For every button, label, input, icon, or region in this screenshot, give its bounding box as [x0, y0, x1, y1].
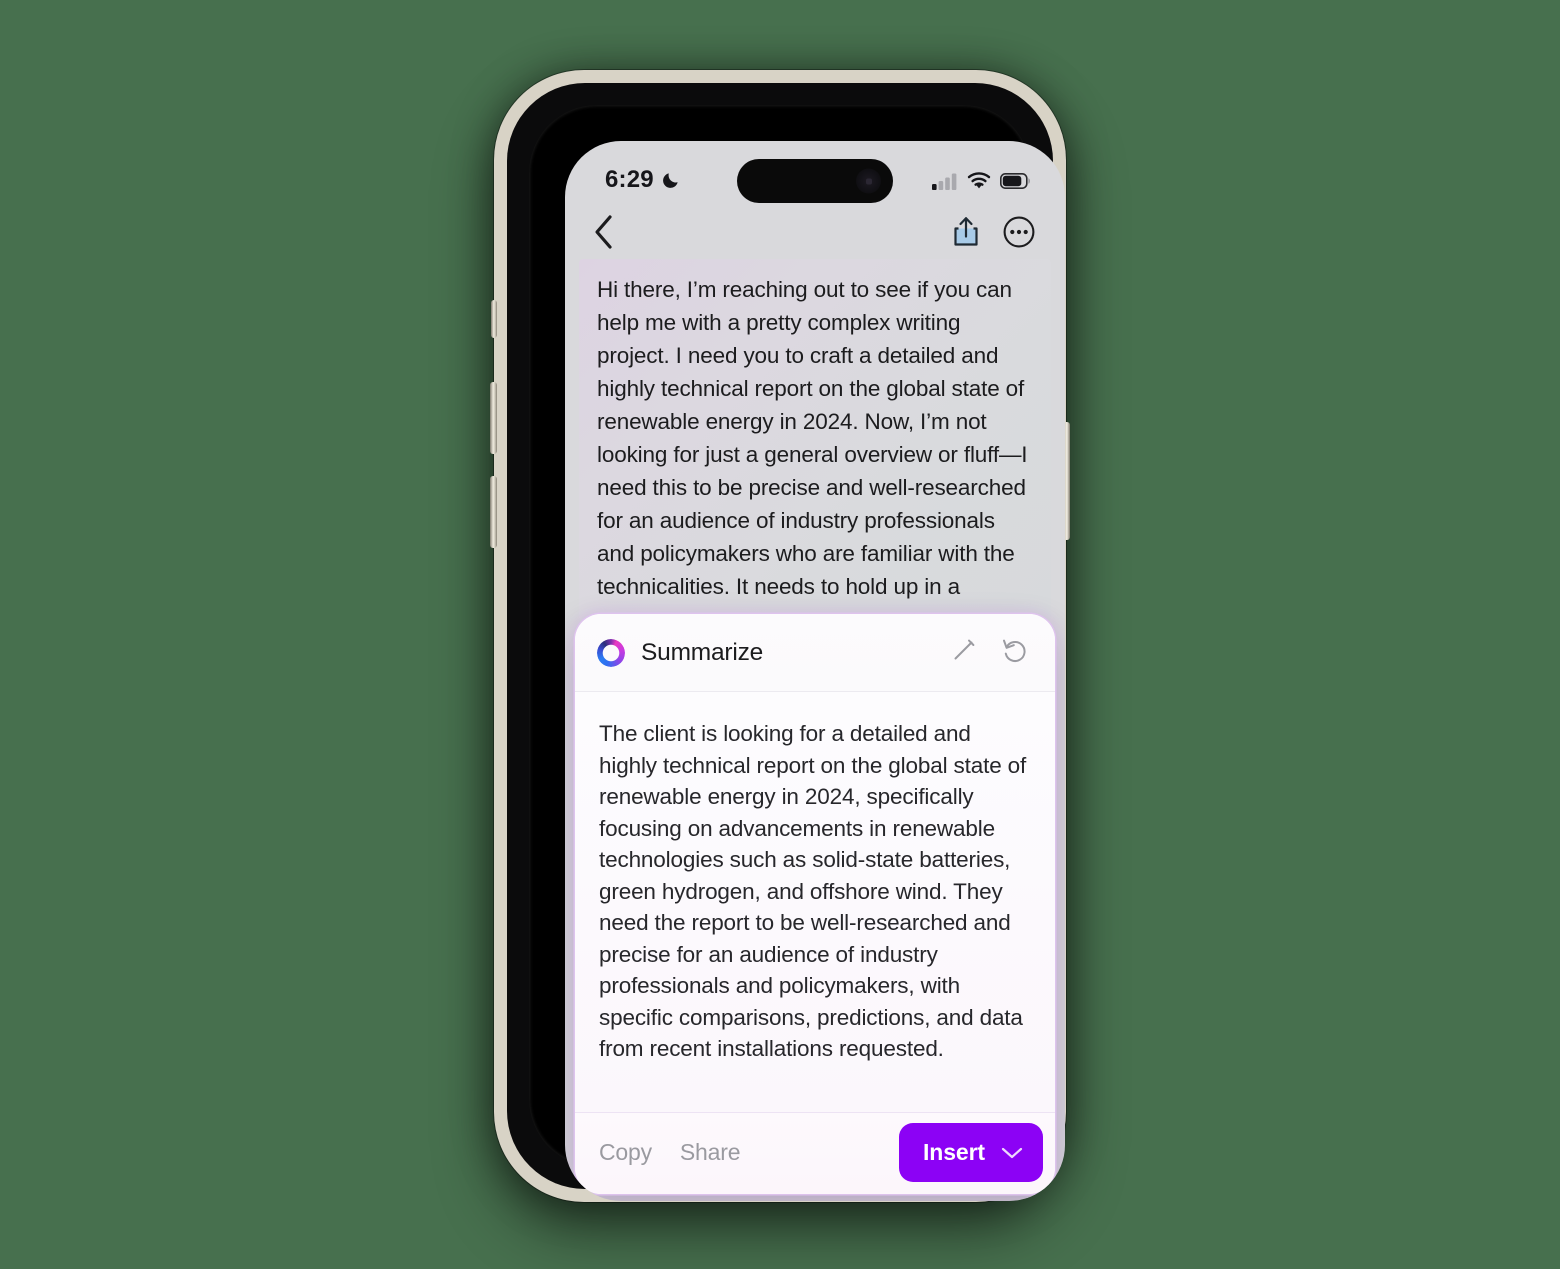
summarize-panel-actions	[951, 636, 1029, 669]
navigation-actions	[951, 215, 1035, 254]
summarize-title: Summarize	[641, 638, 764, 666]
share-icon	[954, 216, 978, 246]
crescent-moon-icon	[662, 172, 678, 188]
message-bubble-upper: Hi there, I’m reaching out to see if you…	[579, 259, 1051, 621]
more-circle-icon	[1003, 216, 1035, 247]
phone-screen: 6:29 Hi there, I’m reaching out to see i…	[565, 141, 1065, 1201]
status-indicators	[932, 170, 1031, 190]
edit-button[interactable]	[951, 637, 977, 668]
more-options-button[interactable]	[1003, 216, 1035, 253]
pencil-icon	[954, 639, 975, 660]
status-time-group: 6:29	[605, 166, 680, 194]
battery-icon	[1000, 173, 1030, 189]
phone-bezel: 6:29 Hi there, I’m reaching out to see i…	[507, 83, 1065, 1201]
redo-arrow-icon	[1003, 639, 1026, 663]
navigation-bar	[565, 203, 1065, 265]
phone-frame: 6:29 Hi there, I’m reaching out to see i…	[490, 70, 1070, 1202]
front-camera-icon	[856, 168, 881, 194]
dynamic-island	[737, 159, 893, 203]
wifi-icon	[967, 172, 991, 189]
back-button[interactable]	[593, 214, 615, 255]
chevron-down-icon	[1001, 1147, 1023, 1158]
apple-intelligence-ring-icon	[597, 638, 625, 667]
phone-mockup: 6:29 Hi there, I’m reaching out to see i…	[486, 62, 1074, 1210]
summarize-panel-header: Summarize	[575, 614, 1055, 692]
redo-button[interactable]	[1001, 636, 1029, 669]
volume-up-button[interactable]	[490, 382, 497, 454]
summarize-panel-footer: Copy Share Insert	[575, 1112, 1055, 1194]
status-time-label: 6:29	[605, 166, 654, 193]
copy-button[interactable]: Copy	[599, 1139, 652, 1166]
summary-text: The client is looking for a detailed and…	[575, 692, 1055, 1112]
back-chevron-icon	[595, 214, 612, 249]
insert-button[interactable]: Insert	[898, 1123, 1043, 1182]
share-button[interactable]	[951, 215, 981, 254]
insert-button-label: Insert	[922, 1139, 985, 1165]
cellular-signal-icon	[932, 173, 957, 190]
silent-switch-button[interactable]	[491, 300, 497, 338]
summarize-panel: Summarize The client is looking for a de…	[575, 614, 1055, 1194]
share-text-button[interactable]: Share	[680, 1139, 741, 1166]
volume-down-button[interactable]	[490, 476, 497, 548]
phone-inner-bezel: 6:29 Hi there, I’m reaching out to see i…	[529, 105, 1065, 1201]
